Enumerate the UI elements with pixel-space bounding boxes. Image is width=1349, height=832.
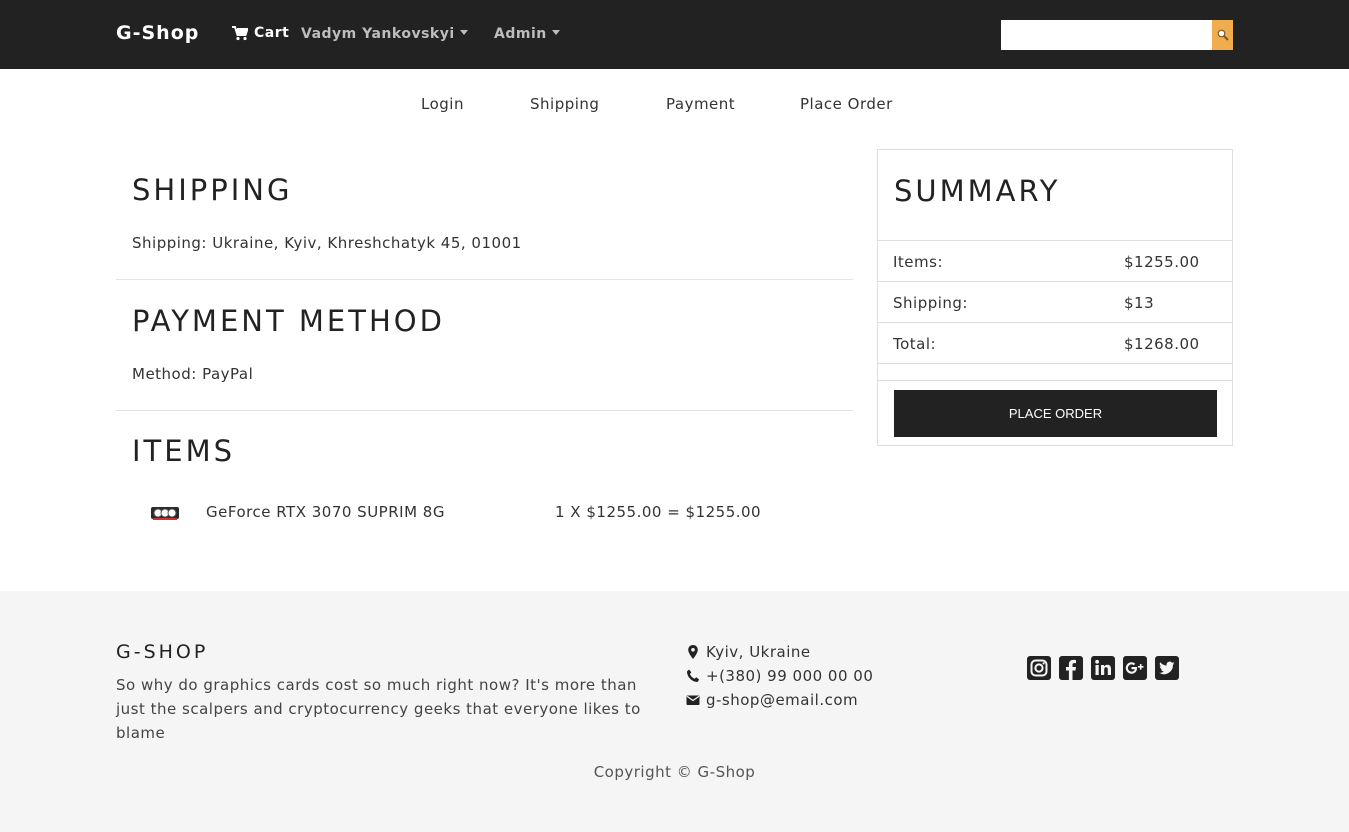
user-name: Vadym Yankovskyi (301, 26, 455, 42)
divider (116, 279, 853, 280)
summary-value: $1255.00 (1124, 253, 1200, 271)
footer-description: So why do graphics cards cost so much ri… (116, 676, 641, 742)
linkedin-icon[interactable] (1090, 655, 1116, 681)
phone-text: +(380) 99 000 00 00 (706, 667, 874, 685)
chevron-down-icon (551, 30, 560, 35)
map-marker-icon (688, 645, 698, 659)
twitter-icon[interactable] (1154, 655, 1180, 681)
order-summary-card: SUMMARY Items: $1255.00 Shipping: $13 To… (877, 149, 1233, 446)
search-input[interactable] (1001, 20, 1212, 50)
contact-location: Kyiv, Ukraine (686, 643, 811, 661)
contact-phone: +(380) 99 000 00 00 (686, 667, 873, 685)
navbar: G-Shop Cart Vadym Yankovskyi Admin (0, 0, 1349, 69)
shopping-cart-icon (232, 25, 248, 40)
facebook-icon[interactable] (1058, 655, 1084, 681)
item-price-calc: 1 X $1255.00 = $1255.00 (555, 503, 762, 521)
graphics-card-image[interactable] (150, 504, 180, 522)
copyright-text: Copyright © G-Shop (593, 763, 756, 781)
admin-label: Admin (494, 26, 547, 42)
summary-value: $1268.00 (1124, 335, 1200, 353)
step-shipping[interactable]: Shipping (530, 95, 599, 113)
summary-title: SUMMARY (894, 174, 1061, 208)
step-payment[interactable]: Payment (666, 95, 735, 113)
shipping-title: SHIPPING (132, 173, 293, 207)
phone-icon (687, 669, 700, 682)
brand-logo[interactable]: G-Shop (116, 22, 199, 44)
checkout-steps: Login Shipping Payment Place Order (0, 95, 1349, 117)
email-text[interactable]: g-shop@email.com (706, 691, 858, 709)
step-login[interactable]: Login (421, 95, 464, 113)
instagram-icon[interactable] (1026, 655, 1052, 681)
search-icon (1217, 29, 1229, 41)
user-dropdown[interactable]: Vadym Yankovskyi (301, 26, 468, 42)
summary-row-shipping: Shipping: $13 (878, 281, 1232, 322)
summary-value: $13 (1124, 294, 1155, 312)
step-place-order[interactable]: Place Order (800, 95, 893, 113)
summary-label: Shipping: (893, 294, 968, 312)
item-name-link[interactable]: GeForce RTX 3070 SUPRIM 8G (206, 503, 445, 521)
chevron-down-icon (459, 30, 468, 35)
footer-title: G-SHOP (116, 641, 209, 663)
items-title: ITEMS (132, 434, 236, 468)
summary-row-total: Total: $1268.00 (878, 322, 1232, 363)
admin-dropdown[interactable]: Admin (494, 26, 560, 42)
shipping-address: Shipping: Ukraine, Kyiv, Khreshchatyk 45… (132, 234, 522, 252)
payment-method: Method: PayPal (132, 365, 254, 383)
contact-email: g-shop@email.com (686, 691, 858, 709)
summary-row-spacer (878, 363, 1232, 380)
place-order-button[interactable]: PLACE ORDER (894, 390, 1217, 437)
google-plus-icon[interactable] (1122, 655, 1148, 681)
search-button[interactable] (1212, 20, 1233, 50)
cart-link[interactable]: Cart (232, 25, 289, 41)
footer: G-SHOP So why do graphics cards cost so … (0, 591, 1349, 832)
payment-title: PAYMENT METHOD (132, 304, 445, 338)
location-text: Kyiv, Ukraine (706, 643, 811, 661)
summary-row-items: Items: $1255.00 (878, 240, 1232, 281)
divider (116, 410, 853, 411)
social-links (1026, 655, 1180, 681)
envelope-icon (686, 695, 700, 705)
summary-label: Total: (893, 335, 937, 353)
cart-label: Cart (254, 25, 290, 41)
summary-label: Items: (893, 253, 944, 271)
